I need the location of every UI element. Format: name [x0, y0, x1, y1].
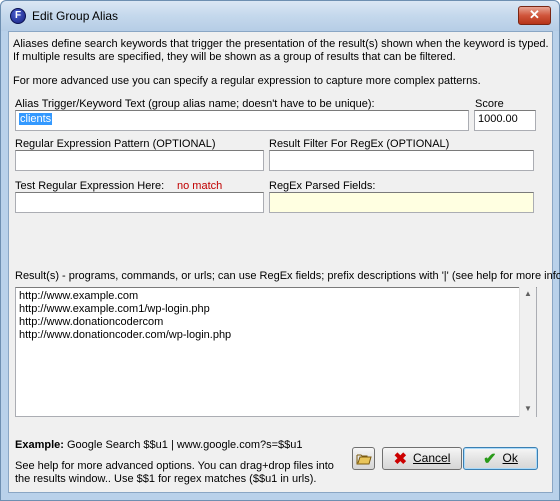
results-textarea[interactable]: http://www.example.com http://www.exampl…: [15, 287, 537, 417]
test-regex-input[interactable]: [15, 192, 264, 213]
title-bar[interactable]: F Edit Group Alias ✕: [1, 1, 559, 31]
match-status: no match: [177, 180, 223, 192]
folder-open-icon: [356, 454, 372, 465]
alias-input[interactable]: clients: [15, 110, 469, 131]
scroll-down-arrow-icon[interactable]: ▼: [524, 404, 532, 413]
cancel-x-icon: ✖: [393, 451, 408, 468]
example-line: Example: Google Search $$u1 | www.google…: [15, 439, 303, 451]
result-line: http://www.donationcoder.com/wp-login.ph…: [19, 329, 232, 341]
score-label: Score: [475, 98, 504, 110]
intro-text-line-2: If multiple results are specified, they …: [13, 51, 456, 63]
edit-group-alias-window: F Edit Group Alias ✕ Aliases define sear…: [0, 0, 560, 501]
results-scrollbar[interactable]: ▲ ▼: [519, 287, 536, 417]
parsed-fields-output: [269, 192, 534, 213]
open-folder-button[interactable]: [352, 447, 375, 470]
ok-label: Ok: [502, 451, 518, 465]
close-button[interactable]: ✕: [518, 6, 551, 25]
ok-button[interactable]: ✔ Ok: [463, 447, 538, 470]
score-input[interactable]: 1000.00: [474, 110, 536, 131]
cancel-label: Cancel: [413, 451, 451, 465]
example-label: Example:: [15, 439, 64, 451]
scroll-up-arrow-icon[interactable]: ▲: [524, 289, 532, 298]
example-text: Google Search $$u1 | www.google.com?s=$$…: [66, 439, 303, 451]
alias-value: clients: [19, 113, 53, 125]
result-filter-label: Result Filter For RegEx (OPTIONAL): [269, 138, 450, 150]
cancel-button[interactable]: ✖ Cancel: [382, 447, 462, 470]
window-title: Edit Group Alias: [32, 9, 119, 23]
regex-pattern-input[interactable]: [15, 150, 264, 171]
dialog-body: Aliases define search keywords that trig…: [8, 31, 560, 493]
regex-pattern-label: Regular Expression Pattern (OPTIONAL): [15, 138, 216, 150]
alias-label: Alias Trigger/Keyword Text (group alias …: [15, 98, 375, 110]
result-filter-input[interactable]: [269, 150, 534, 171]
intro-text-line-1: Aliases define search keywords that trig…: [13, 38, 549, 50]
score-value: 1000.00: [478, 113, 518, 125]
results-lines: http://www.example.com http://www.exampl…: [19, 290, 231, 342]
result-line: http://www.donationcodercom: [19, 316, 164, 328]
results-label: Result(s) - programs, commands, or urls;…: [15, 270, 560, 282]
result-line: http://www.example.com: [19, 290, 139, 302]
help-text-line-1: See help for more advanced options. You …: [15, 460, 334, 472]
checkmark-icon: ✔: [483, 451, 497, 468]
intro-text-line-3: For more advanced use you can specify a …: [13, 75, 481, 87]
parsed-fields-label: RegEx Parsed Fields:: [269, 180, 376, 192]
result-line: http://www.example.com1/wp-login.php: [19, 303, 210, 315]
test-regex-label: Test Regular Expression Here:: [15, 180, 165, 192]
app-logo-icon: F: [10, 8, 26, 24]
help-text-line-2: the results window.. Use $$1 for regex m…: [15, 473, 317, 485]
